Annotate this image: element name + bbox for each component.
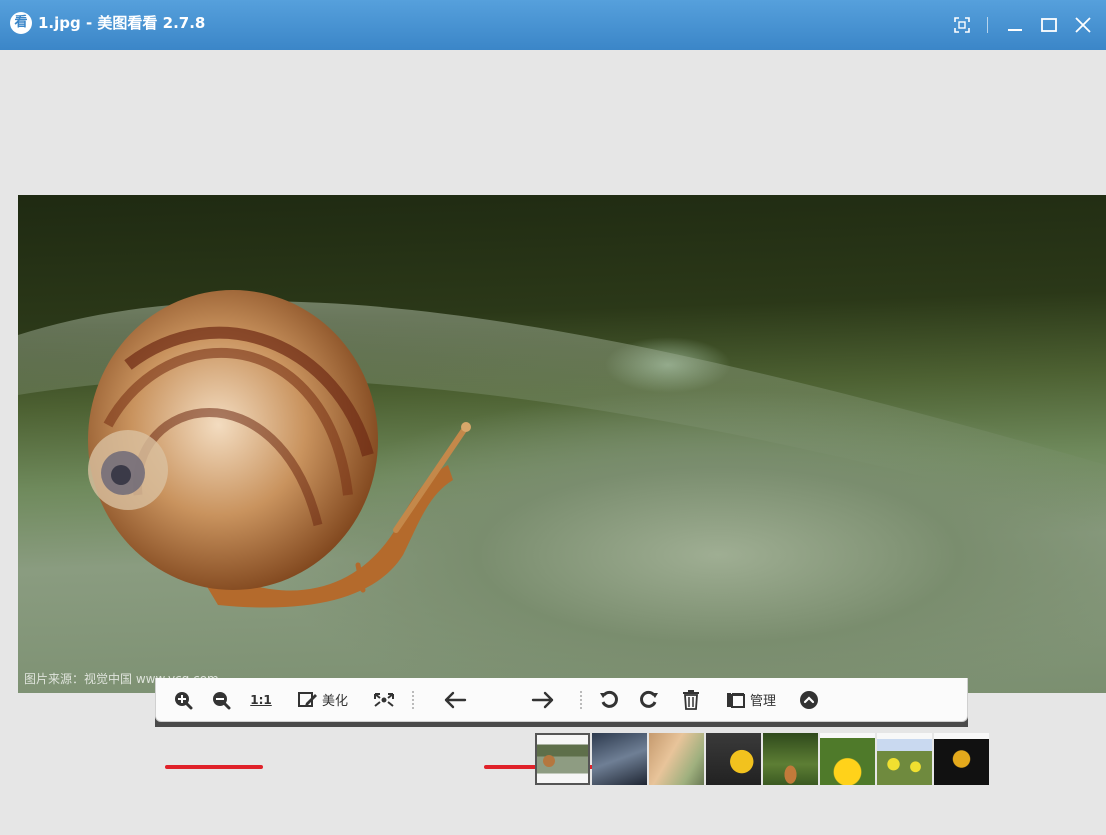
thumbnail-yellow-flower-dark[interactable] [706,733,761,785]
maximize-button[interactable] [1034,10,1064,40]
thumbnail-flower-field[interactable] [877,733,932,785]
previous-image-button[interactable] [440,684,470,716]
displayed-photo[interactable]: 图片来源：视觉中国 www.vcg.com [18,195,1106,693]
arrow-left-icon [444,691,467,708]
next-image-button[interactable] [528,684,558,716]
thumbnail-flower-dark[interactable] [934,733,989,785]
rotate-left-button[interactable] [596,684,622,716]
maximize-icon [1041,18,1057,32]
edit-pen-icon [298,691,317,707]
more-options-button[interactable] [796,684,822,716]
close-button[interactable] [1068,10,1098,40]
zoom-out-button[interactable] [208,684,234,716]
thumbnail-snail-shell [543,755,555,767]
beautify-button[interactable]: 美化 [298,684,348,716]
toolbar-separator [580,690,583,709]
manage-folder-icon [727,692,746,708]
zoom-in-icon [175,691,193,709]
thumbnail-blurred-orange[interactable] [649,733,704,785]
trash-icon [683,689,700,710]
title-bar: 看 1.jpg - 美图看看 2.7.8 [0,0,1106,50]
fit-window-button[interactable] [370,684,398,716]
window-title: 1.jpg - 美图看看 2.7.8 [38,14,206,32]
thumbnail-snail[interactable] [535,733,590,785]
manage-button[interactable]: 管理 [726,684,776,716]
actual-size-label: 1:1 [250,692,272,707]
thumbnail-strip [535,730,991,785]
rotate-right-button[interactable] [636,684,662,716]
beautify-label: 美化 [322,694,349,709]
close-icon [1075,17,1091,33]
zoom-controls-highlight [165,765,263,769]
window-controls [943,10,1098,40]
fullscreen-button[interactable] [947,10,977,40]
minimize-button[interactable] [1000,10,1030,40]
zoom-in-button[interactable] [170,684,196,716]
photo-drawing [18,290,1106,608]
toolbar-separator [412,690,415,709]
rotate-left-icon [600,690,618,708]
arrow-right-icon [531,691,554,708]
zoom-out-icon [213,691,231,709]
app-logo-icon: 看 [10,12,32,34]
thumbnail-yellow-flower-green[interactable] [820,733,875,785]
thumbnail-dark-drops[interactable] [592,733,647,785]
thumbnail-green-mushroom[interactable] [763,733,818,785]
chevron-up-circle-icon [800,690,819,709]
viewer-toolbar: 1:1 美化 管理 [155,678,968,722]
delete-button[interactable] [678,684,704,716]
fullscreen-icon [954,17,970,33]
fit-window-icon [374,692,395,707]
rotate-right-icon [640,690,659,708]
minimize-icon [1008,29,1022,31]
controls-divider [987,17,988,33]
manage-label: 管理 [750,694,777,709]
actual-size-button[interactable]: 1:1 [246,684,276,716]
